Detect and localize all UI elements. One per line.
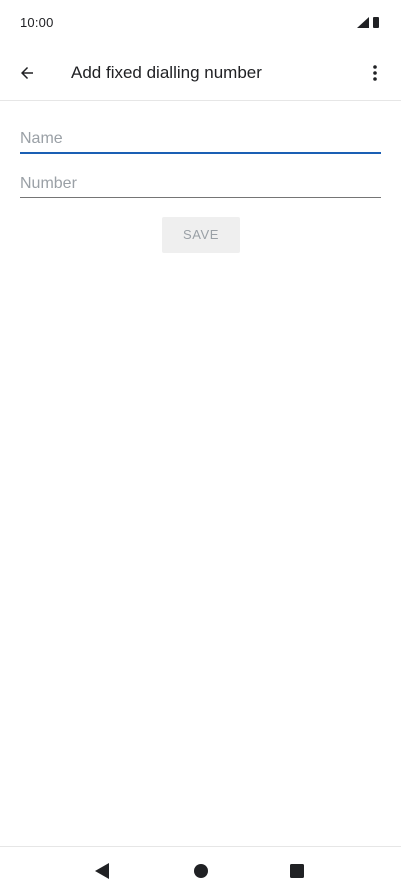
name-input[interactable] — [20, 120, 381, 152]
status-bar: 10:00 — [0, 0, 401, 44]
nav-home-button[interactable] — [189, 859, 213, 883]
home-circle-icon — [194, 864, 208, 878]
back-button[interactable] — [12, 58, 42, 88]
signal-icon — [357, 16, 369, 28]
status-time: 10:00 — [20, 15, 54, 30]
overflow-menu-button[interactable] — [365, 58, 385, 88]
number-input[interactable] — [20, 164, 381, 197]
more-vert-icon — [373, 65, 377, 81]
back-triangle-icon — [95, 863, 109, 879]
nav-recents-button[interactable] — [285, 859, 309, 883]
page-title: Add fixed dialling number — [71, 63, 262, 82]
name-field-container — [20, 120, 381, 154]
navigation-bar — [0, 846, 401, 892]
nav-back-button[interactable] — [90, 859, 114, 883]
recents-square-icon — [290, 864, 304, 878]
app-bar: Add fixed dialling number — [0, 44, 401, 101]
battery-icon — [373, 16, 379, 28]
arrow-left-icon — [21, 67, 33, 79]
save-button[interactable]: SAVE — [162, 217, 240, 253]
status-icons — [357, 16, 379, 28]
number-field-container — [20, 164, 381, 198]
